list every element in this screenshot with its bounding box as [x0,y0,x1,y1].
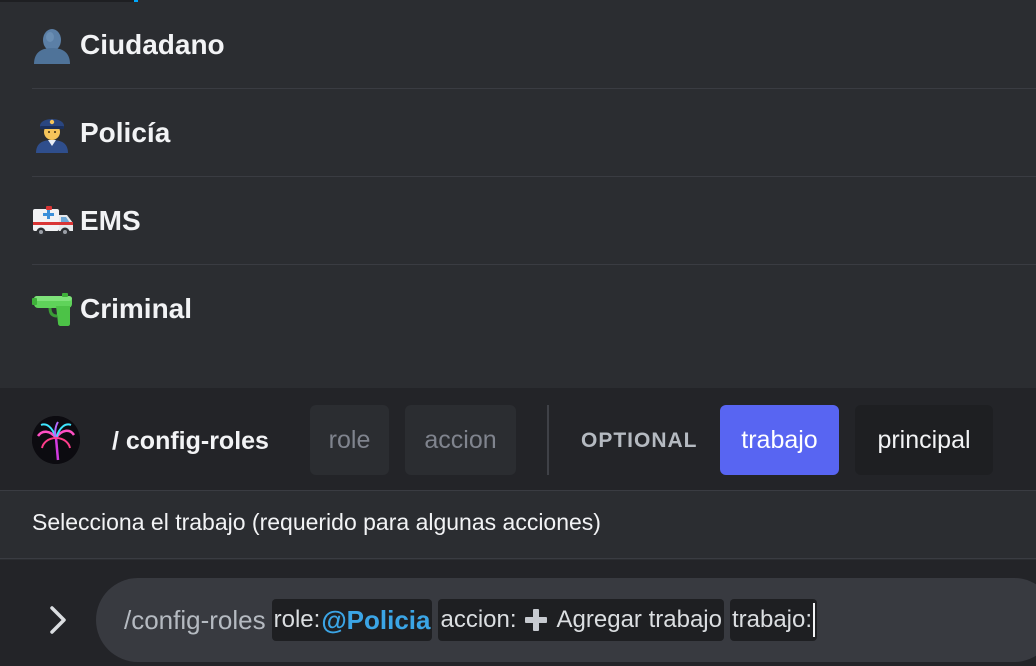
param-description: Selecciona el trabajo (requerido para al… [0,491,1036,559]
option-ciudadano[interactable]: Ciudadano [32,1,1036,89]
option-label: Ciudadano [80,28,225,60]
option-criminal[interactable]: Criminal [32,265,1036,353]
chevron-right-icon[interactable] [44,600,72,640]
palm-tree-neon-icon [32,416,80,464]
option-chip-trabajo[interactable]: trabajo: [729,599,818,641]
option-ems[interactable]: EMS [32,177,1036,265]
option-list: Ciudadano Policía EMS Criminal [0,0,1036,388]
chip-value: Agregar trabajo [556,606,722,633]
description-text: Selecciona el trabajo (requerido para al… [32,509,601,535]
heavy-plus-icon [523,607,549,633]
command-name: / config-roles [112,427,269,455]
option-label: EMS [80,204,141,236]
input-content[interactable]: /config-roles role: @Policia accion: Agr… [124,597,823,643]
option-label: Criminal [80,293,193,324]
ambulance-icon [32,201,74,241]
water-pistol-icon [32,289,74,329]
chip-key: role: [273,606,321,633]
option-chip-role[interactable]: role: @Policia [271,599,433,641]
chip-key: trabajo: [731,606,813,633]
optional-label: OPTIONAL [581,429,698,452]
divider [547,405,549,475]
role-mention: @Policia [321,604,431,635]
param-role[interactable]: role [310,405,389,475]
text-cursor [813,603,816,637]
param-principal[interactable]: principal [855,405,993,475]
option-chip-accion[interactable]: accion: Agregar trabajo [438,599,724,641]
chip-key: accion: [440,606,517,633]
param-accion[interactable]: accion [405,405,516,475]
option-label: Policía [80,116,171,148]
police-officer-icon [32,113,74,153]
param-trabajo[interactable]: trabajo [720,405,839,475]
input-command: /config-roles [124,604,266,635]
bust-silhouette-icon [32,25,74,65]
option-policia[interactable]: Policía [32,89,1036,177]
